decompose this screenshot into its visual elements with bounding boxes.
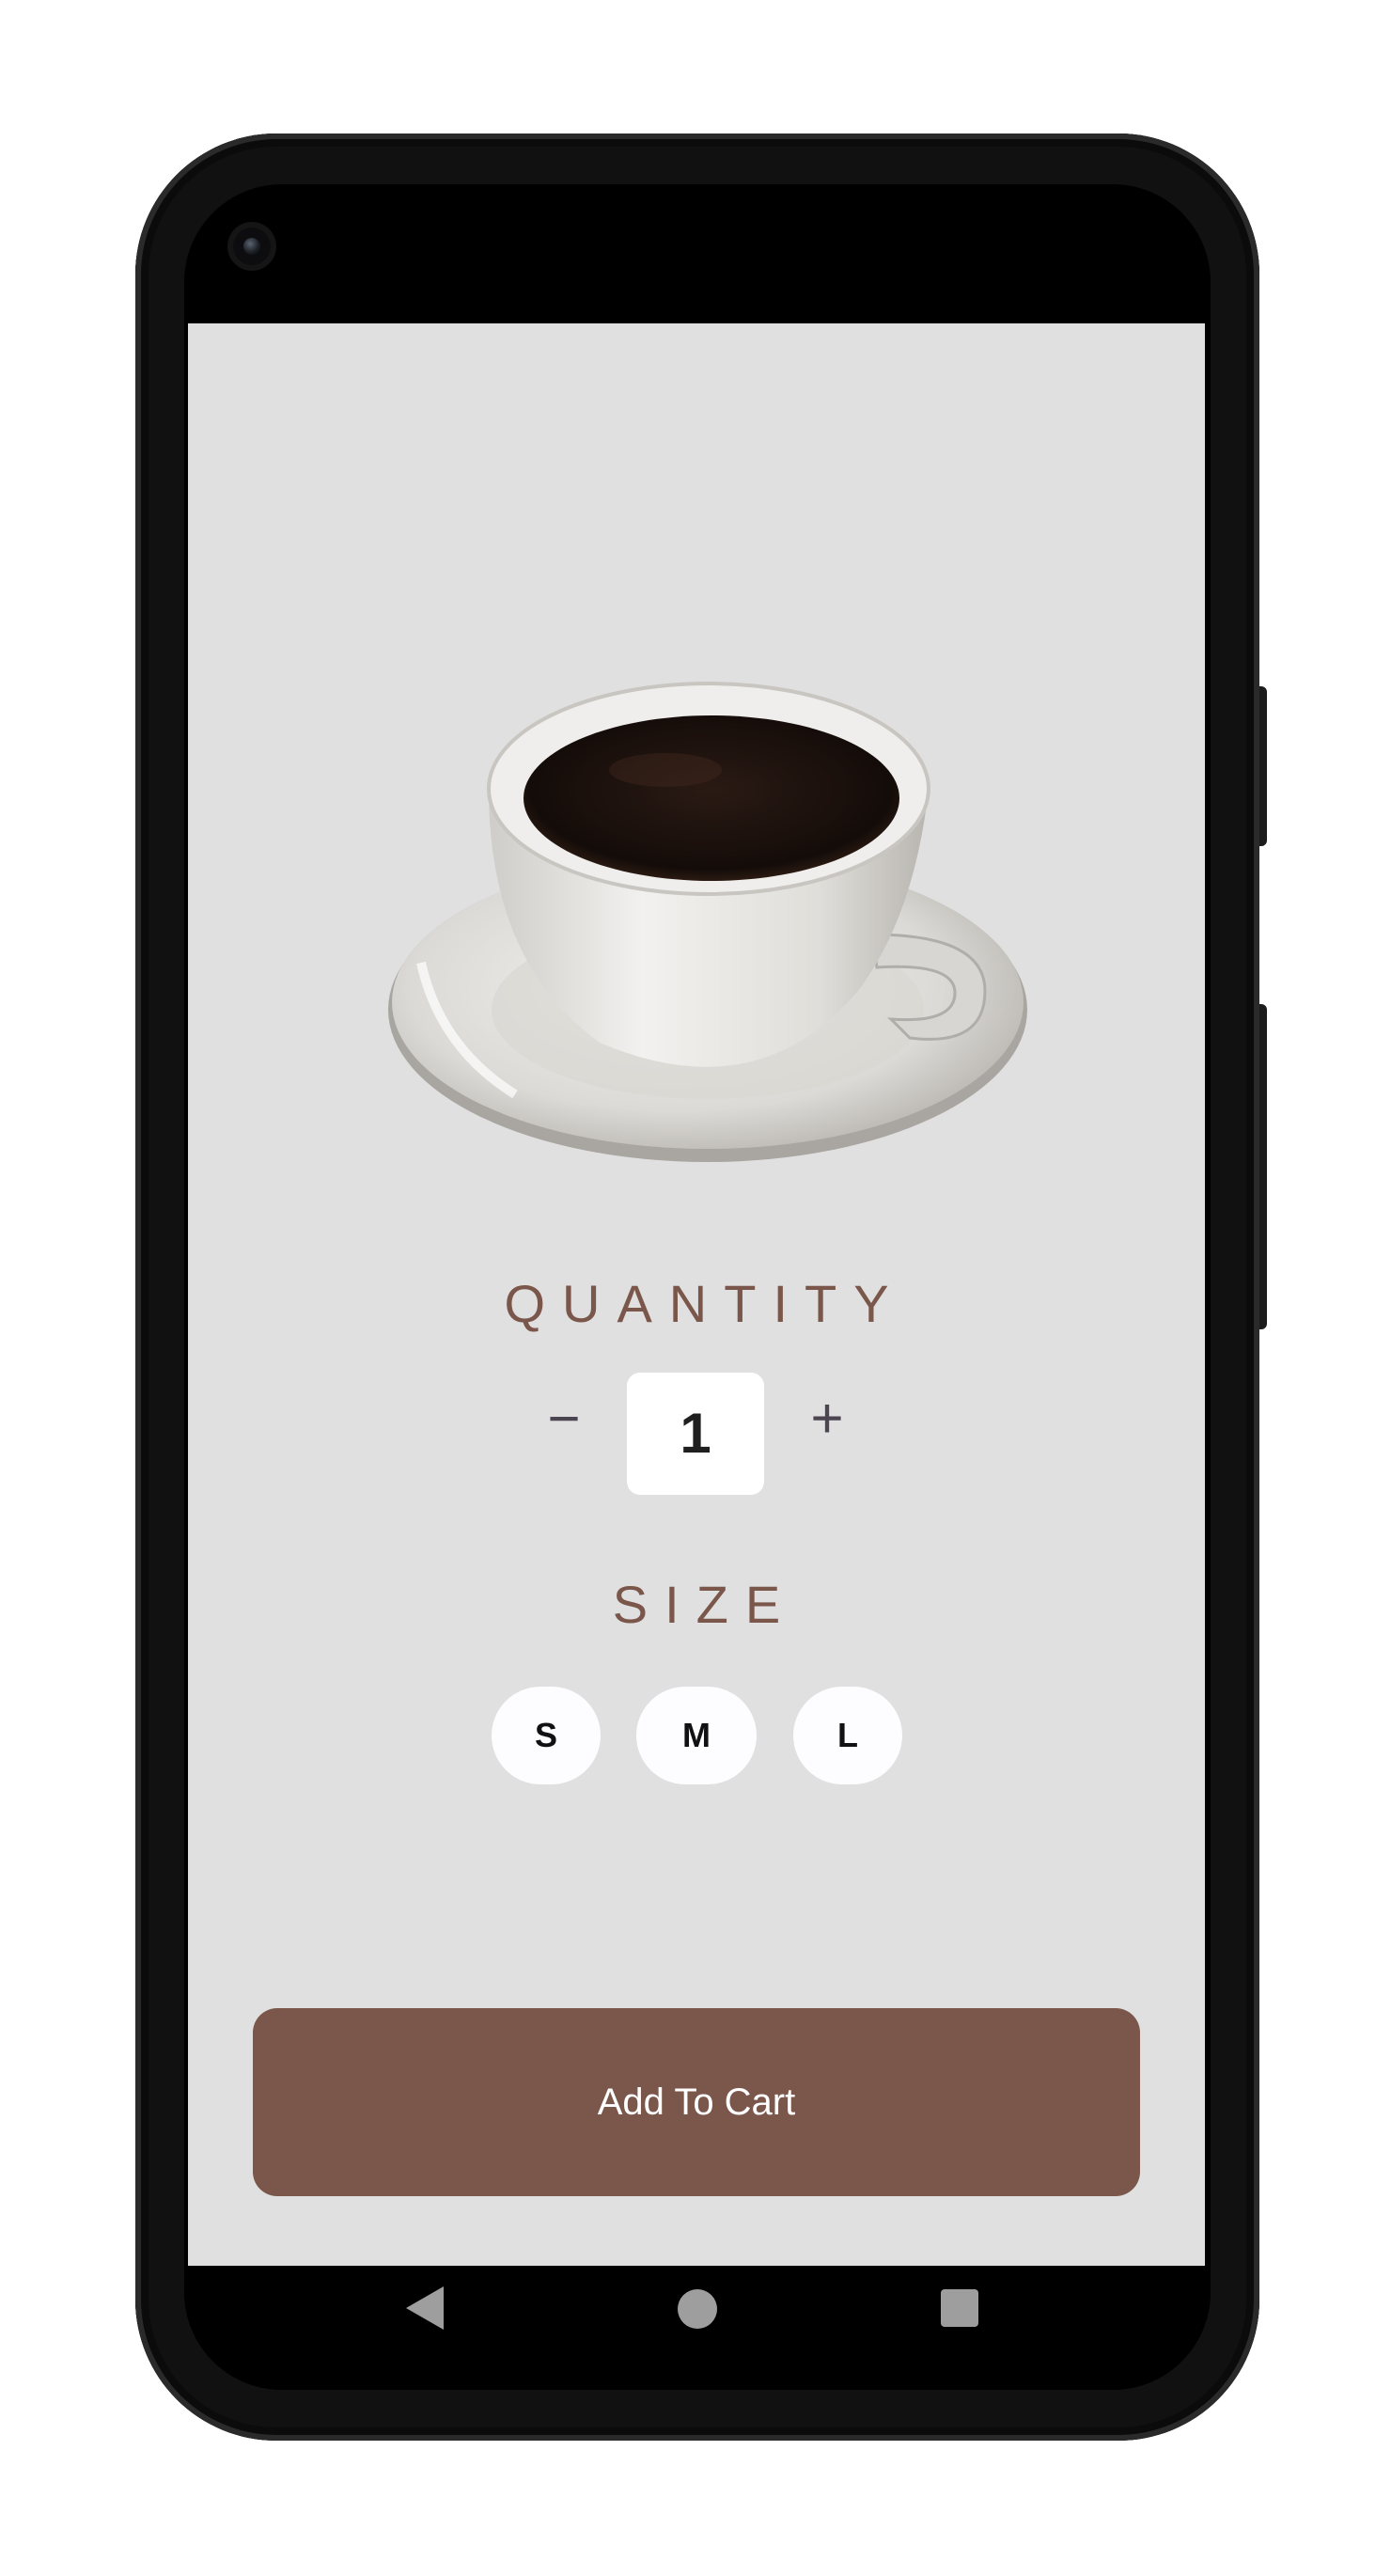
app-screen: QUANTITY − 1 + SIZE S M L Add To Cart	[188, 323, 1205, 2266]
quantity-title: QUANTITY	[504, 1274, 906, 1333]
coffee-cup-image	[388, 682, 1027, 1162]
size-option-m[interactable]: M	[636, 1687, 757, 1784]
phone-bezel: QUANTITY − 1 + SIZE S M L Add To Cart	[184, 184, 1211, 2390]
increment-button[interactable]: +	[789, 1381, 865, 1456]
recents-icon[interactable]	[941, 2289, 978, 2327]
back-icon[interactable]	[406, 2286, 444, 2330]
camera-lens	[243, 238, 260, 255]
size-option-s[interactable]: S	[492, 1687, 601, 1784]
add-to-cart-button[interactable]: Add To Cart	[253, 2008, 1140, 2196]
device-stage: QUANTITY − 1 + SIZE S M L Add To Cart	[0, 0, 1391, 2576]
decrement-button[interactable]: −	[526, 1381, 602, 1456]
navigation-bar	[184, 2266, 1211, 2390]
home-icon[interactable]	[678, 2289, 717, 2329]
size-title: SIZE	[612, 1575, 798, 1634]
front-camera-icon	[233, 228, 271, 265]
quantity-value: 1	[627, 1373, 764, 1495]
size-option-l[interactable]: L	[793, 1687, 902, 1784]
